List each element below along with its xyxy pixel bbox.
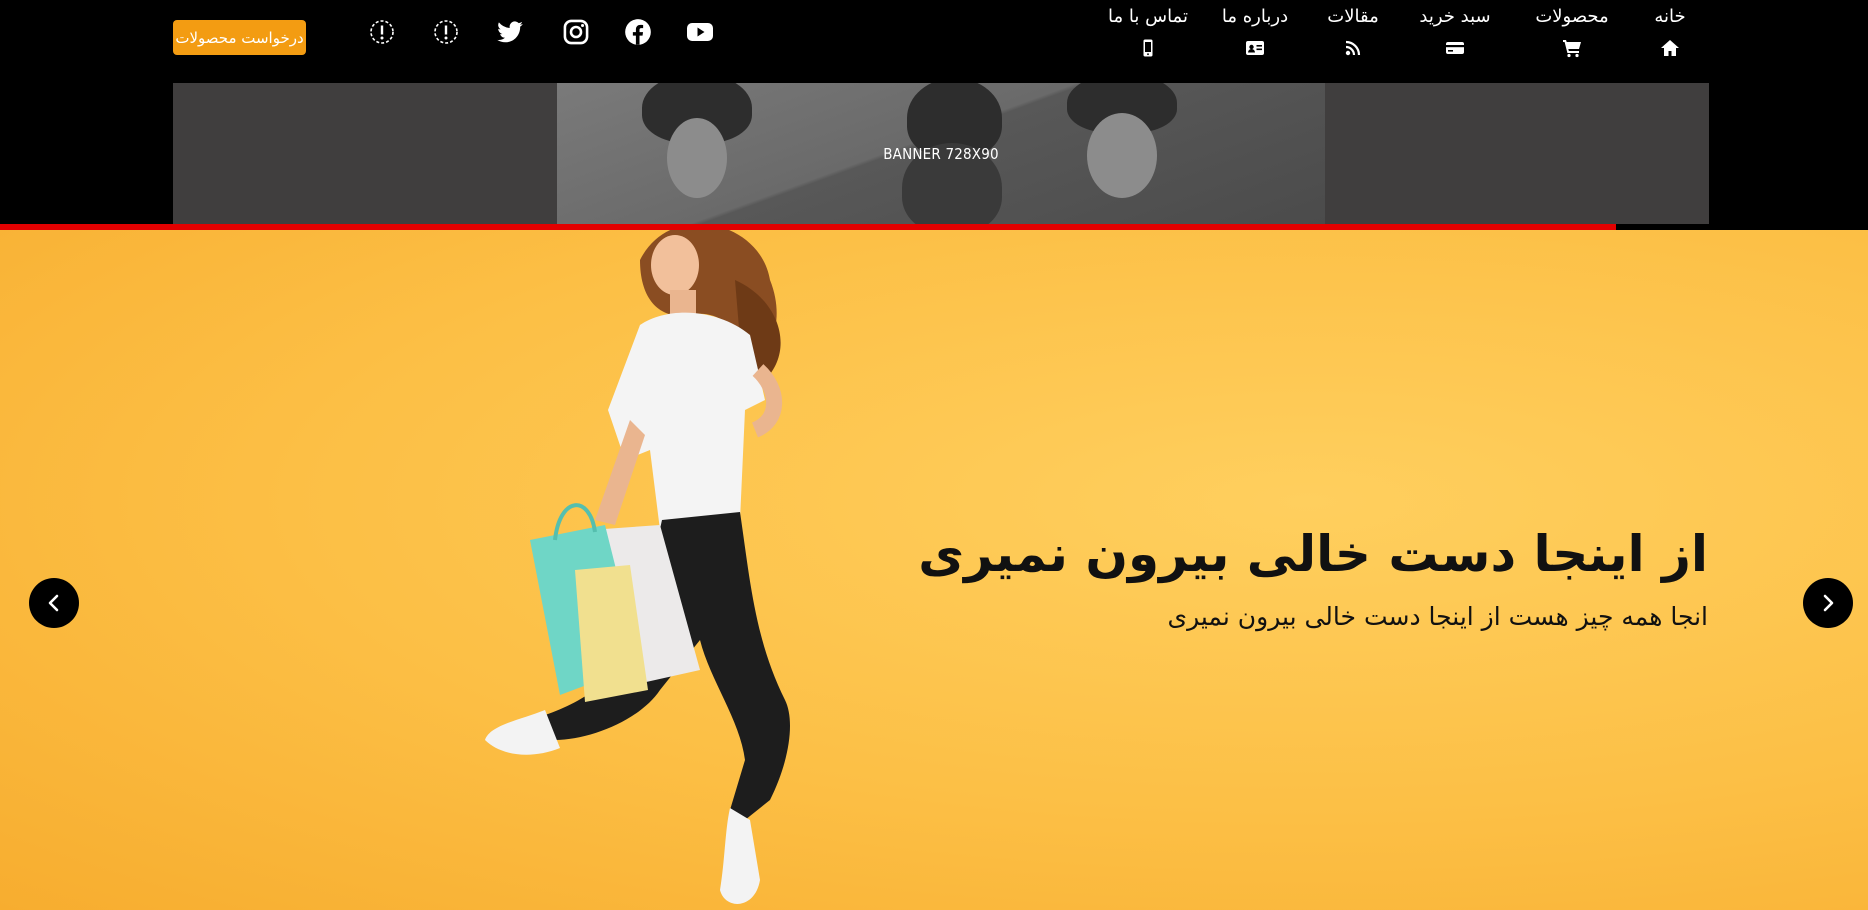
credit-card-icon [1445, 38, 1465, 58]
banner-area: BANNER 728X90 [173, 83, 1709, 224]
alert-icon[interactable] [365, 15, 399, 49]
nav-label: سبد خرید [1419, 6, 1491, 27]
facebook-icon[interactable] [621, 15, 655, 49]
nav-item-products[interactable]: محصولات [1535, 6, 1609, 58]
nav-label: محصولات [1535, 6, 1609, 27]
nav-item-articles[interactable]: مقالات [1327, 6, 1379, 58]
home-icon [1660, 38, 1680, 58]
request-products-button[interactable]: درخواست محصولات [173, 20, 306, 55]
feed-icon [1343, 38, 1363, 58]
alert-icon[interactable] [429, 15, 463, 49]
chevron-right-icon [1823, 594, 1834, 612]
twitter-icon[interactable] [493, 15, 527, 49]
nav-item-about[interactable]: درباره ما [1221, 6, 1289, 58]
nav-label: تماس با ما [1108, 6, 1188, 27]
id-card-icon [1245, 38, 1265, 58]
banner-ad[interactable]: BANNER 728X90 [557, 83, 1325, 224]
slider-next-button[interactable] [1803, 578, 1853, 628]
hero-slider: از اینجا دست خالی بیرون نمیری انجا همه چ… [0, 230, 1868, 910]
nav-item-home[interactable]: خانه [1650, 6, 1690, 58]
hero-subtitle: انجا همه چیز هست از اینجا دست خالی بیرون… [1167, 602, 1708, 631]
slider-prev-button[interactable] [29, 578, 79, 628]
nav-item-cart[interactable]: سبد خرید [1419, 6, 1491, 58]
top-header: درخواست محصولات خانه محصولات سبد خرید مق… [0, 0, 1868, 83]
mobile-icon [1138, 38, 1158, 58]
youtube-icon[interactable] [683, 15, 717, 49]
cart-icon [1562, 38, 1582, 58]
nav-label: مقالات [1327, 6, 1379, 27]
hero-image [485, 230, 790, 904]
nav-item-contact[interactable]: تماس با ما [1108, 6, 1188, 58]
banner-text: BANNER 728X90 [883, 144, 999, 163]
nav-label: خانه [1654, 6, 1686, 27]
hero-title: از اینجا دست خالی بیرون نمیری [918, 525, 1708, 583]
instagram-icon[interactable] [559, 15, 593, 49]
nav-label: درباره ما [1221, 6, 1289, 27]
chevron-left-icon [48, 594, 59, 612]
